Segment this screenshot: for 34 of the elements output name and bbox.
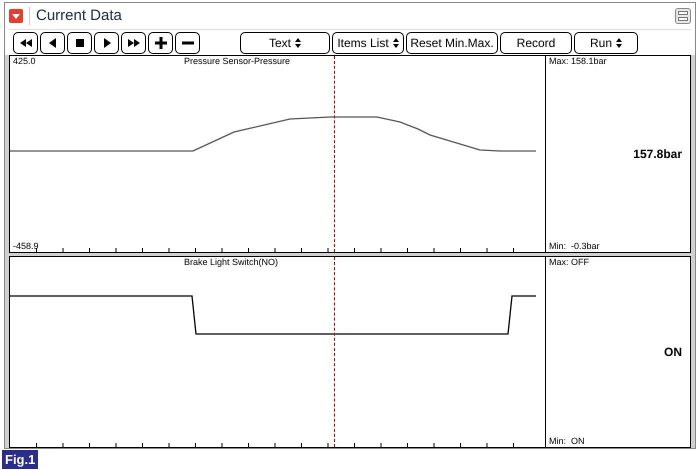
dropdown[interactable]: Items List [332, 32, 404, 54]
window-title: Current Data [36, 6, 123, 26]
graph-title: Pressure Sensor-Pressure [184, 56, 290, 67]
up-down-caret-icon [295, 38, 301, 48]
rewind-button[interactable] [13, 32, 38, 54]
plus-icon [154, 36, 166, 48]
back-button[interactable] [40, 32, 65, 54]
panel-layout-icon[interactable] [675, 8, 691, 24]
axis-max-label: 425.0 [13, 56, 36, 67]
stop-icon [74, 36, 86, 48]
forward-button[interactable] [121, 32, 146, 54]
min-value: Min: ON [548, 436, 586, 447]
max-value: Max: OFF [548, 257, 590, 268]
rewind-icon [20, 36, 32, 48]
up-down-caret-icon [616, 38, 622, 48]
max-value: Max: 158.1bar [548, 56, 608, 67]
action-button[interactable]: Record [500, 32, 572, 54]
dropdown[interactable]: Run [574, 32, 638, 54]
action-button[interactable]: Reset Min.Max. [406, 32, 498, 54]
current-value: ON [664, 344, 683, 361]
dropdown[interactable]: Text [240, 32, 330, 54]
back-icon [46, 36, 58, 48]
graph-title: Brake Light Switch(NO) [184, 257, 278, 268]
minus-button[interactable] [175, 32, 200, 54]
stop-button[interactable] [67, 32, 92, 54]
dropdown-icon[interactable] [9, 9, 23, 23]
min-value: Min: -0.3bar [548, 241, 601, 252]
figure-label: Fig.1 [2, 450, 38, 469]
axis-min-label: -458.9 [13, 241, 39, 252]
fast-forward-icon [128, 36, 140, 48]
play-button[interactable] [94, 32, 119, 54]
plus-button[interactable] [148, 32, 173, 54]
current-value: 157.8bar [633, 146, 683, 163]
up-down-caret-icon [392, 38, 399, 48]
